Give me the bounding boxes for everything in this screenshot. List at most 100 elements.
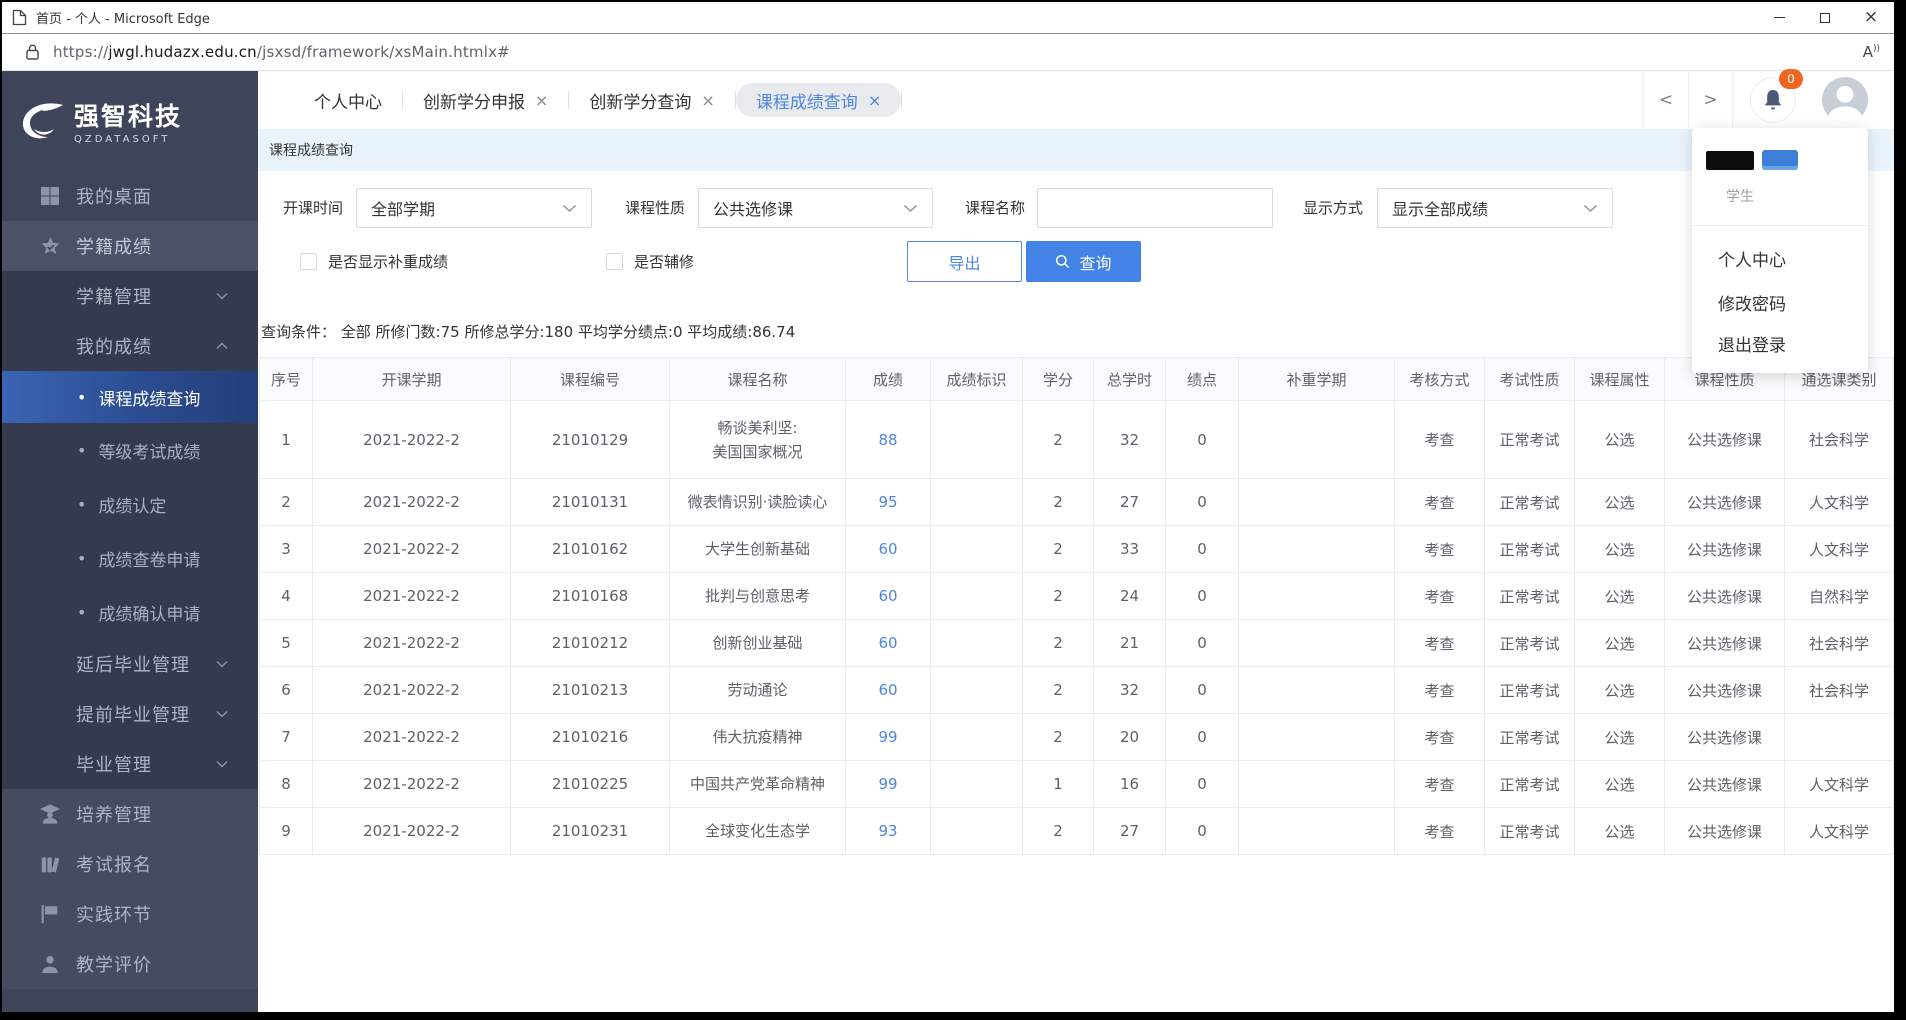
score-link[interactable]: 95 <box>878 493 897 511</box>
tab-scroll-right-button[interactable]: > <box>1688 72 1733 128</box>
score-link[interactable]: 99 <box>878 728 897 746</box>
sidebar-item[interactable]: 我的桌面 <box>2 171 258 221</box>
score-link[interactable]: 60 <box>878 587 897 605</box>
course-name-input[interactable] <box>1037 188 1273 228</box>
cell: 21010231 <box>510 807 670 855</box>
sidebar-item[interactable]: 延后毕业管理 <box>2 639 258 689</box>
app-logo: 强智科技 QZDATASOFT <box>2 71 258 171</box>
cell: 公共选修课 <box>1664 478 1785 526</box>
cell: 16 <box>1093 760 1166 808</box>
tab-close-icon[interactable]: × <box>535 91 548 110</box>
sidebar-item[interactable]: 提前毕业管理 <box>2 689 258 739</box>
minimize-button[interactable] <box>1756 2 1802 33</box>
tab[interactable]: 个人中心 <box>294 83 402 117</box>
cell: 公选 <box>1574 713 1665 761</box>
user-avatar-button[interactable] <box>1822 77 1868 123</box>
cell: 公共选修课 <box>1664 713 1785 761</box>
query-button[interactable]: 查询 <box>1026 241 1141 282</box>
tab[interactable]: 创新学分申报 × <box>403 83 568 117</box>
cell: 人文科学 <box>1784 807 1894 855</box>
table-row: 8 2021-2022-2 21010225 中国共产党革命精神 99 1 16 0 考查 正常考… <box>259 760 1894 808</box>
sidebar-subitem[interactable]: • 等级考试成绩 <box>2 423 258 477</box>
sidebar-item-label: 培养管理 <box>76 805 152 826</box>
term-select-value: 全部学期 <box>371 200 436 219</box>
close-button[interactable]: × <box>1848 2 1894 33</box>
cell: 0 <box>1165 666 1239 714</box>
cell: 公选 <box>1574 619 1665 667</box>
cell: 88 <box>845 400 931 479</box>
cell: 中国共产党革命精神 <box>669 760 846 808</box>
minor-checkbox[interactable] <box>606 253 623 270</box>
address-bar[interactable]: https://jwgl.hudazx.edu.cn/jsxsd/framewo… <box>2 34 1894 71</box>
sidebar-subitem[interactable]: • 成绩确认申请 <box>2 585 258 639</box>
flag-icon <box>38 904 62 924</box>
minimize-icon <box>1773 17 1785 18</box>
sidebar-item[interactable]: 学籍成绩 <box>2 221 258 271</box>
score-link[interactable]: 60 <box>878 634 897 652</box>
cell: 2 <box>1022 807 1094 855</box>
sidebar-item[interactable]: 考试报名 <box>2 839 258 889</box>
sidebar-item[interactable]: 培养管理 <box>2 789 258 839</box>
lock-icon[interactable] <box>26 44 39 60</box>
tab-close-icon[interactable]: × <box>868 91 881 110</box>
url-text[interactable]: https://jwgl.hudazx.edu.cn/jsxsd/framewo… <box>53 43 510 61</box>
score-link[interactable]: 93 <box>878 822 897 840</box>
column-header: 成绩 <box>845 357 931 401</box>
cell: 公选 <box>1574 478 1665 526</box>
cell: 公共选修课 <box>1664 760 1785 808</box>
query-button-label: 查询 <box>1079 253 1112 273</box>
sidebar-item-label: 提前毕业管理 <box>76 705 190 726</box>
makeup-checkbox[interactable] <box>300 253 317 270</box>
cell: 2021-2022-2 <box>312 760 511 808</box>
breadcrumb-title: 课程成绩查询 <box>269 143 353 159</box>
cell: 0 <box>1165 572 1239 620</box>
notification-bell-button[interactable]: 0 <box>1750 69 1803 123</box>
user-menu-item[interactable]: 个人中心 <box>1718 246 1786 271</box>
score-link[interactable]: 60 <box>878 681 897 699</box>
sidebar: 强智科技 QZDATASOFT 我的桌面 学籍成绩 学籍管理 我的成绩 • 课程成绩查询 •… <box>2 71 258 1012</box>
table-header-row: 序号 开课学期 课程编号 课程名称 成绩 成绩标识 学分 总学时 绩点 补重学期 考核方式 考试性质课… <box>259 357 1894 401</box>
term-select[interactable]: 全部学期 <box>356 188 592 228</box>
cell: 1 <box>1022 760 1094 808</box>
display-mode-select[interactable]: 显示全部成绩 <box>1377 188 1613 228</box>
chevron-down-icon <box>216 760 228 768</box>
window-title: 首页 - 个人 - Microsoft Edge <box>36 12 210 27</box>
user-menu-item[interactable]: 修改密码 <box>1718 290 1786 315</box>
tab[interactable]: 课程成绩查询 × <box>735 83 902 117</box>
tab-scroll-left-button[interactable]: < <box>1643 72 1688 128</box>
score-link[interactable]: 60 <box>878 540 897 558</box>
desktop-icon <box>38 186 62 206</box>
cell <box>1238 619 1395 667</box>
open-tabs: 个人中心 创新学分申报 × 创新学分查询 × 课程成绩查询 × <box>294 83 903 117</box>
sidebar-item[interactable]: 毕业管理 <box>2 739 258 789</box>
tab-close-icon[interactable]: × <box>701 91 714 110</box>
read-aloud-icon[interactable]: A)) <box>1863 43 1880 61</box>
sidebar-subitem[interactable]: • 成绩查卷申请 <box>2 531 258 585</box>
score-link[interactable]: 88 <box>878 431 897 449</box>
chevron-down-icon <box>1583 204 1598 213</box>
score-link[interactable]: 99 <box>878 775 897 793</box>
sidebar-subitem[interactable]: • 成绩认定 <box>2 477 258 531</box>
cell: 21010216 <box>510 713 670 761</box>
logo-title: 强智科技 <box>74 102 183 131</box>
table-row: 1 2021-2022-2 21010129 畅谈美利坚: 美国国家概况 88 2 32 0 考… <box>259 400 1894 479</box>
cell: 社会科学 <box>1784 619 1894 667</box>
user-menu-item[interactable]: 退出登录 <box>1718 331 1786 356</box>
nature-select[interactable]: 公共选修课 <box>698 188 933 228</box>
cell: 正常考试 <box>1484 760 1575 808</box>
column-header: 考试性质 <box>1484 357 1575 401</box>
sidebar-item[interactable]: 我的成绩 <box>2 321 258 371</box>
user-role: 学生 <box>1726 189 1754 205</box>
sidebar-item[interactable]: 实践环节 <box>2 889 258 939</box>
sidebar-item[interactable]: 学籍管理 <box>2 271 258 321</box>
url-domain: jwgl.hudazx.edu.cn <box>108 43 257 61</box>
tab[interactable]: 创新学分查询 × <box>569 83 734 117</box>
sidebar-subitem[interactable]: • 课程成绩查询 <box>2 371 258 423</box>
maximize-button[interactable] <box>1802 2 1848 33</box>
cell: 0 <box>1165 807 1239 855</box>
sidebar-item-label: 学籍管理 <box>76 287 152 308</box>
export-button[interactable]: 导出 <box>907 241 1022 282</box>
url-path: /jsxsd/framework/xsMain.htmlx# <box>256 43 510 61</box>
cell: 考查 <box>1394 666 1485 714</box>
sidebar-item[interactable]: 教学评价 <box>2 939 258 989</box>
